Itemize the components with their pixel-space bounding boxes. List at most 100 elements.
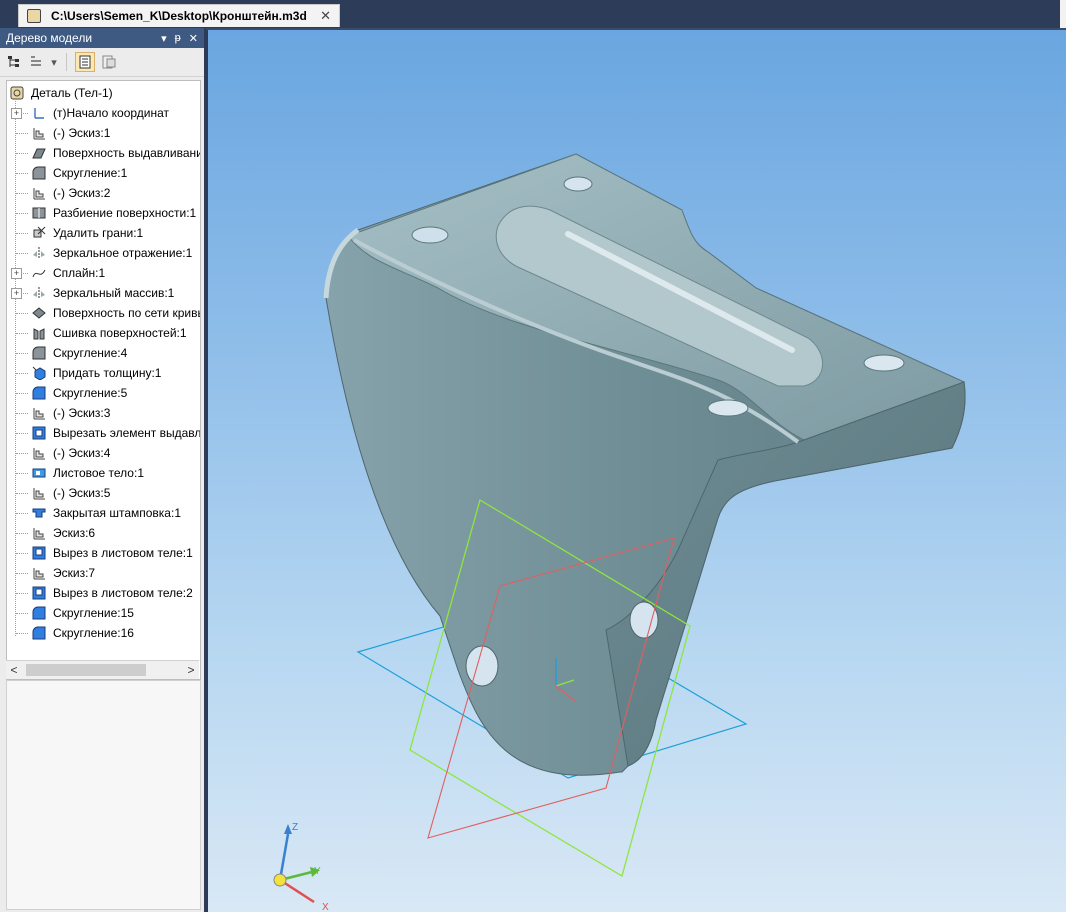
tree-connector — [16, 473, 28, 474]
tree-item[interactable]: Листовое тело:1 — [7, 463, 200, 483]
origin-icon — [31, 105, 47, 121]
scroll-right-icon[interactable]: > — [183, 663, 199, 677]
tree-item[interactable]: (-) Эскиз:4 — [7, 443, 200, 463]
tree-item[interactable]: Эскиз:7 — [7, 563, 200, 583]
top-hole-2 — [411, 226, 449, 244]
tree-item[interactable]: Вырез в листовом теле:2 — [7, 583, 200, 603]
panel-title: Дерево модели — [6, 31, 93, 45]
close-tab-icon[interactable]: ✕ — [320, 8, 331, 24]
tree-structure-icon[interactable] — [6, 54, 22, 70]
sheet-cut-icon — [31, 585, 47, 601]
tree-item[interactable]: Вырез в листовом теле:1 — [7, 543, 200, 563]
axis-triad: Z Y X — [273, 822, 329, 912]
tree-item-label: Листовое тело:1 — [53, 466, 144, 480]
part-document-icon — [27, 9, 41, 23]
tree-item[interactable]: Придать толщину:1 — [7, 363, 200, 383]
tree-item[interactable]: Скругление:5 — [7, 383, 200, 403]
properties-icon[interactable] — [101, 54, 117, 70]
tree-connector — [16, 493, 28, 494]
tree-item[interactable]: Разбиение поверхности:1 — [7, 203, 200, 223]
sketch-icon — [31, 125, 47, 141]
tree-horizontal-scrollbar[interactable]: < > — [6, 660, 199, 679]
tree-item-label: Скругление:15 — [53, 606, 134, 620]
tree-connector — [16, 333, 28, 334]
tree-item[interactable]: + (т)Начало координат — [7, 103, 200, 123]
fillet-icon — [31, 345, 47, 361]
tree-connector — [16, 393, 28, 394]
sketch-icon — [31, 525, 47, 541]
panel-header: Дерево модели ▾ ᵽ ✕ — [0, 28, 204, 48]
tree-item[interactable]: Поверхность выдавливания — [7, 143, 201, 163]
tree-connector — [16, 413, 28, 414]
document-tab[interactable]: C:\Users\Semen_K\Desktop\Кронштейн.m3d ✕ — [18, 4, 340, 27]
tree-view-icon[interactable] — [28, 54, 44, 70]
tree-item-label: Скругление:4 — [53, 346, 128, 360]
tree-item-label: Зеркальный массив:1 — [53, 286, 175, 300]
tree-item[interactable]: Эскиз:6 — [7, 523, 200, 543]
scrollbar-thumb[interactable] — [26, 664, 146, 676]
tree-item-label: Удалить грани:1 — [53, 226, 144, 240]
tree-item[interactable]: (-) Эскиз:2 — [7, 183, 200, 203]
document-tab-title: C:\Users\Semen_K\Desktop\Кронштейн.m3d — [51, 9, 307, 23]
tree-item-label: Скругление:1 — [53, 166, 128, 180]
tree-connector — [16, 373, 28, 374]
3d-viewport[interactable]: Z Y X — [208, 30, 1066, 912]
part-icon — [9, 85, 25, 101]
pin-icon[interactable]: ᵽ — [175, 32, 181, 45]
model-tree: Деталь (Тел-1) + (т)Начало координат (-) Э… — [6, 80, 201, 680]
tree-item[interactable]: Поверхность по сети кривых — [7, 303, 200, 323]
tree-connector — [16, 233, 28, 234]
axis-y-label: Y — [314, 866, 321, 877]
tree-item-label: Скругление:5 — [53, 386, 128, 400]
tree-item[interactable]: Сшивка поверхностей:1 — [7, 323, 200, 343]
tree-item-label: Эскиз:6 — [53, 526, 96, 540]
tree-connector — [16, 353, 28, 354]
tree-item[interactable]: Вырезать элемент выдавливания — [7, 423, 200, 443]
tree-item[interactable]: Скругление:4 — [7, 343, 200, 363]
expand-icon[interactable]: + — [11, 108, 22, 119]
tree-item[interactable]: Скругление:15 — [7, 603, 200, 623]
tree-root-label: Деталь (Тел-1) — [31, 86, 113, 100]
sketch-icon — [31, 405, 47, 421]
tree-connector — [16, 513, 28, 514]
tree-root-item[interactable]: Деталь (Тел-1) — [7, 83, 200, 103]
tree-item[interactable]: (-) Эскиз:1 — [7, 123, 200, 143]
tree-item-label: (-) Эскиз:3 — [53, 406, 111, 420]
document-view-icon[interactable] — [75, 52, 95, 72]
extrude-surface-icon — [31, 145, 47, 161]
top-hole-4 — [707, 399, 749, 417]
fillet-icon — [31, 165, 47, 181]
close-panel-icon[interactable]: ✕ — [189, 32, 198, 45]
tree-item[interactable]: + Зеркальный массив:1 — [7, 283, 200, 303]
tree-item[interactable]: + Сплайн:1 — [7, 263, 200, 283]
sketch-icon — [31, 185, 47, 201]
spline-icon — [31, 265, 47, 281]
tree-connector — [16, 453, 28, 454]
panel-toolbar: ▾ — [0, 48, 204, 77]
expand-icon[interactable]: + — [11, 268, 22, 279]
tree-item[interactable]: Закрытая штамповка:1 — [7, 503, 200, 523]
tree-item[interactable]: Зеркальное отражение:1 — [7, 243, 200, 263]
tree-item-label: (-) Эскиз:4 — [53, 446, 111, 460]
tree-item[interactable]: Скругление:1 — [7, 163, 200, 183]
tree-connector — [16, 313, 28, 314]
tree-connector — [16, 593, 28, 594]
tree-item-label: Поверхность выдавливания — [53, 146, 201, 160]
scroll-left-icon[interactable]: < — [6, 663, 22, 677]
thicken-icon — [31, 365, 47, 381]
tree-connector — [16, 433, 28, 434]
panel-menu-icon[interactable]: ▾ — [161, 32, 167, 45]
expand-icon[interactable]: + — [11, 288, 22, 299]
panel-bottom-area — [6, 680, 201, 910]
tree-item-label: (т)Начало координат — [53, 106, 170, 120]
sketch-icon — [31, 485, 47, 501]
tree-connector — [16, 633, 28, 634]
cut-extrude-icon — [31, 425, 47, 441]
tree-item[interactable]: (-) Эскиз:5 — [7, 483, 200, 503]
dropdown-arrow-icon[interactable]: ▾ — [50, 54, 58, 70]
tree-item[interactable]: (-) Эскиз:3 — [7, 403, 200, 423]
tree-item-label: (-) Эскиз:2 — [53, 186, 111, 200]
axis-z-label: Z — [292, 822, 298, 833]
tree-item[interactable]: Скругление:16 — [7, 623, 200, 643]
tree-item[interactable]: Удалить грани:1 — [7, 223, 200, 243]
